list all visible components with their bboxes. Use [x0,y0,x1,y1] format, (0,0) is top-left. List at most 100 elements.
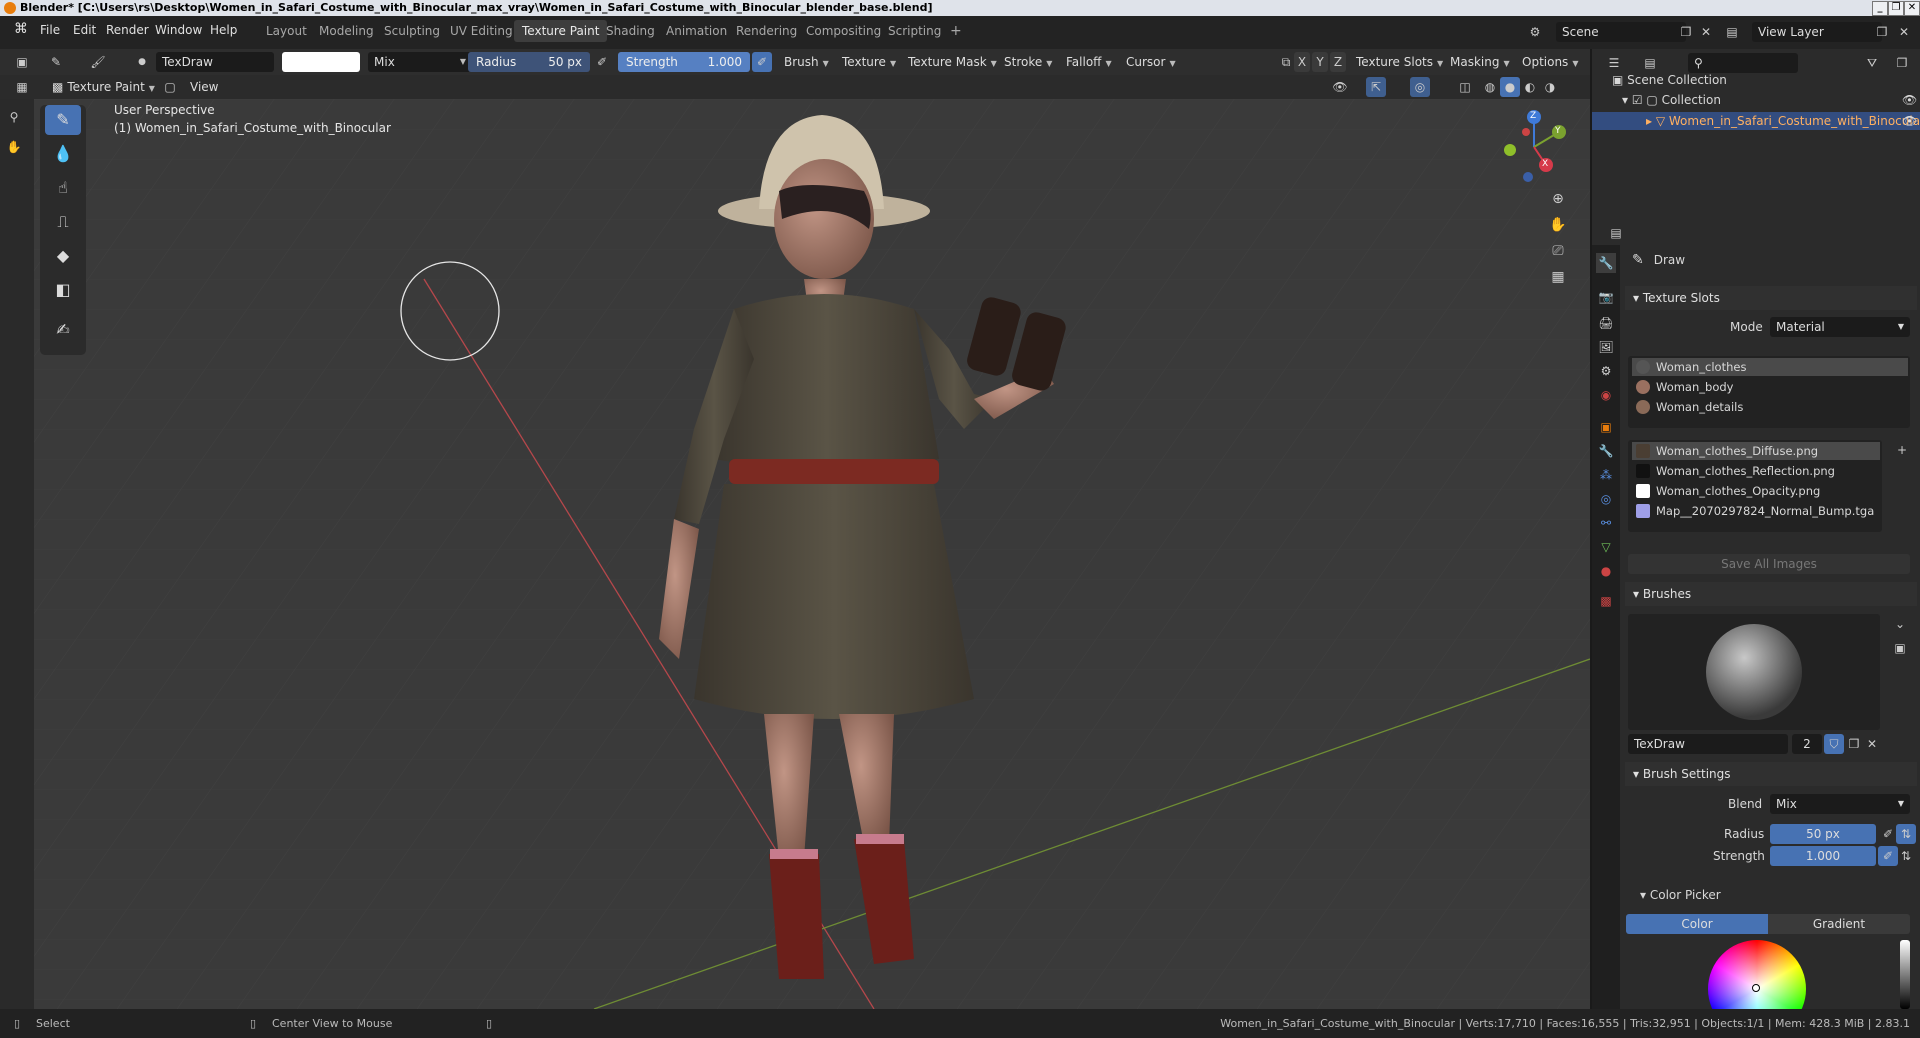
mode-dropdown[interactable]: ▩ Texture Paint ▼ [46,77,161,97]
modifier-tab-icon[interactable]: 🔧 [1596,441,1616,461]
color-swatch[interactable] [282,52,360,72]
brush-list-toggle-icon[interactable]: ⌄ [1890,614,1910,634]
object-tab-icon[interactable]: ▣ [1596,417,1616,437]
list-item[interactable]: Woman_body [1632,378,1908,396]
tab-compositing[interactable]: Compositing [798,20,889,42]
save-all-images-button[interactable]: Save All Images [1628,554,1910,574]
brush-menu[interactable]: Brush ▼ [778,52,835,72]
color-picker-subpanel-header[interactable]: ▾ Color Picker [1640,888,1721,902]
data-tab-icon[interactable]: ▽ [1596,537,1616,557]
color-wheel-cursor[interactable] [1752,984,1760,992]
3d-viewport[interactable]: User Perspective (1) Women_in_Safari_Cos… [34,99,1590,1009]
eye-icon[interactable]: 👁 [1902,112,1917,130]
brush-preview-box[interactable] [1628,614,1880,730]
view-layer-tab-icon[interactable]: 🖼 [1596,337,1616,357]
mask-tool-icon[interactable]: ◧ [45,275,81,305]
soften-tool-icon[interactable]: 💧 [45,139,81,169]
list-item[interactable]: Woman_clothes_Opacity.png [1632,482,1880,500]
texture-mask-menu[interactable]: Texture Mask ▼ [902,52,1003,72]
wireframe-shading-icon[interactable]: ◍ [1480,77,1500,97]
scene-tab-icon[interactable]: ⚙ [1596,361,1616,381]
unlink-brush-icon[interactable]: ✕ [1862,734,1882,754]
visibility-icon[interactable]: 👁 [1330,77,1350,97]
add-texture-icon[interactable]: + [1892,440,1912,460]
strength-field[interactable]: 1.000 [1770,846,1876,866]
maximize-button[interactable]: ❐ [1888,1,1904,16]
symmetry-z-toggle[interactable]: Z [1330,52,1346,72]
gradient-tab[interactable]: Gradient [1768,914,1910,934]
tool-tab-icon[interactable]: 🔧 [1596,253,1616,273]
brush-icon[interactable]: 🖌 [88,52,108,72]
tab-animation[interactable]: Animation [658,20,735,42]
paint-mask-icon[interactable]: ▢ [160,77,180,97]
texture-menu[interactable]: Texture ▼ [836,52,902,72]
editor-type-icon[interactable]: ▣ [12,52,32,72]
outliner-editor-icon[interactable]: ☰ [1604,53,1624,73]
particles-tab-icon[interactable]: ⁂ [1596,465,1616,485]
falloff-menu[interactable]: Falloff ▼ [1060,52,1118,72]
sidebar-toggle-icon[interactable]: ‹ [1580,99,1584,102]
duplicate-brush-icon[interactable]: ❐ [1844,734,1864,754]
strength-pressure-icon[interactable]: ✐ [752,52,772,72]
new-scene-icon[interactable]: ❐ [1676,22,1696,42]
blend-dropdown[interactable]: Mix ▼ [368,52,472,72]
tab-uv-editing[interactable]: UV Editing [442,20,521,42]
radius-pressure-icon[interactable]: ✐ [1878,824,1898,844]
symmetry-icon[interactable]: ⧉ [1276,52,1296,72]
list-item[interactable]: Woman_clothes [1632,358,1908,376]
radius-field[interactable]: 50 px [1770,824,1876,844]
smear-tool-icon[interactable]: ☝ [45,173,81,203]
camera-icon[interactable]: ⎚ [1548,241,1568,261]
symmetry-y-toggle[interactable]: Y [1312,52,1328,72]
strength-pressure-icon[interactable]: ✐ [1878,846,1898,866]
masking-menu[interactable]: Masking ▼ [1444,52,1516,72]
delete-scene-icon[interactable]: ✕ [1696,22,1716,42]
physics-tab-icon[interactable]: ◎ [1596,489,1616,509]
rendered-shading-icon[interactable]: ◑ [1540,77,1560,97]
draw-tool-icon[interactable]: ✎ [45,105,81,135]
outliner-search-input[interactable]: ⚲ [1688,53,1798,73]
tab-shading[interactable]: Shading [598,20,663,42]
outliner-object-row[interactable]: ▸ ▽ Women_in_Safari_Costume_with_Binocul… [1592,112,1920,130]
hand-pan-icon[interactable]: ✋ [1548,215,1568,235]
list-item[interactable]: Woman_details [1632,398,1908,416]
gizmo-icon[interactable]: ⇱ [1366,77,1386,97]
value-slider[interactable] [1900,940,1910,1009]
radius-slider[interactable]: Radius 50 px [468,52,590,72]
brush-preview-icon[interactable]: ▣ [1890,638,1910,658]
list-item[interactable]: Woman_clothes_Reflection.png [1632,462,1880,480]
radius-unit-icon[interactable]: ⇅ [1896,824,1916,844]
brush-blend-dropdown[interactable]: Mix ▼ [1770,794,1910,814]
view-menu[interactable]: View [184,77,224,97]
overlay-icon[interactable]: ◎ [1410,77,1430,97]
brush-name-input[interactable]: TexDraw [1628,734,1788,754]
menu-edit[interactable]: Edit [73,23,96,37]
tab-layout[interactable]: Layout [258,20,315,42]
output-tab-icon[interactable]: 🖨 [1596,313,1616,333]
solid-shading-icon[interactable]: ● [1500,77,1520,97]
filter-icon[interactable]: ⛛ [1862,53,1882,73]
tab-scripting[interactable]: Scripting [880,20,949,42]
constraints-tab-icon[interactable]: ⚯ [1596,513,1616,533]
brush-name-field[interactable]: TexDraw [156,52,274,72]
world-tab-icon[interactable]: ◉ [1596,385,1616,405]
strength-unit-icon[interactable]: ⇅ [1896,846,1916,866]
properties-editor-icon[interactable]: ▤ [1606,223,1626,243]
new-view-layer-icon[interactable]: ❐ [1872,22,1892,42]
texture-slots-menu[interactable]: Texture Slots ▼ [1350,52,1449,72]
stroke-menu[interactable]: Stroke ▼ [998,52,1058,72]
cursor-menu[interactable]: Cursor ▼ [1120,52,1182,72]
tab-modeling[interactable]: Modeling [311,20,382,42]
material-tab-icon[interactable]: ● [1596,561,1616,581]
radius-pressure-icon[interactable]: ✐ [592,52,612,72]
add-workspace-button[interactable]: + [942,20,970,42]
blender-menu-icon[interactable]: ⌘ [14,21,28,37]
view-layer-field[interactable]: View Layer [1752,22,1882,42]
menu-render[interactable]: Render [106,23,149,37]
viewport-editor-icon[interactable]: ▦ [12,77,32,97]
xray-icon[interactable]: ◫ [1455,77,1475,97]
view-layer-icon[interactable]: ▤ [1722,22,1742,42]
menu-window[interactable]: Window [155,23,202,37]
options-menu[interactable]: Options ▼ [1516,52,1584,72]
brush-users-count[interactable]: 2 [1792,734,1822,754]
